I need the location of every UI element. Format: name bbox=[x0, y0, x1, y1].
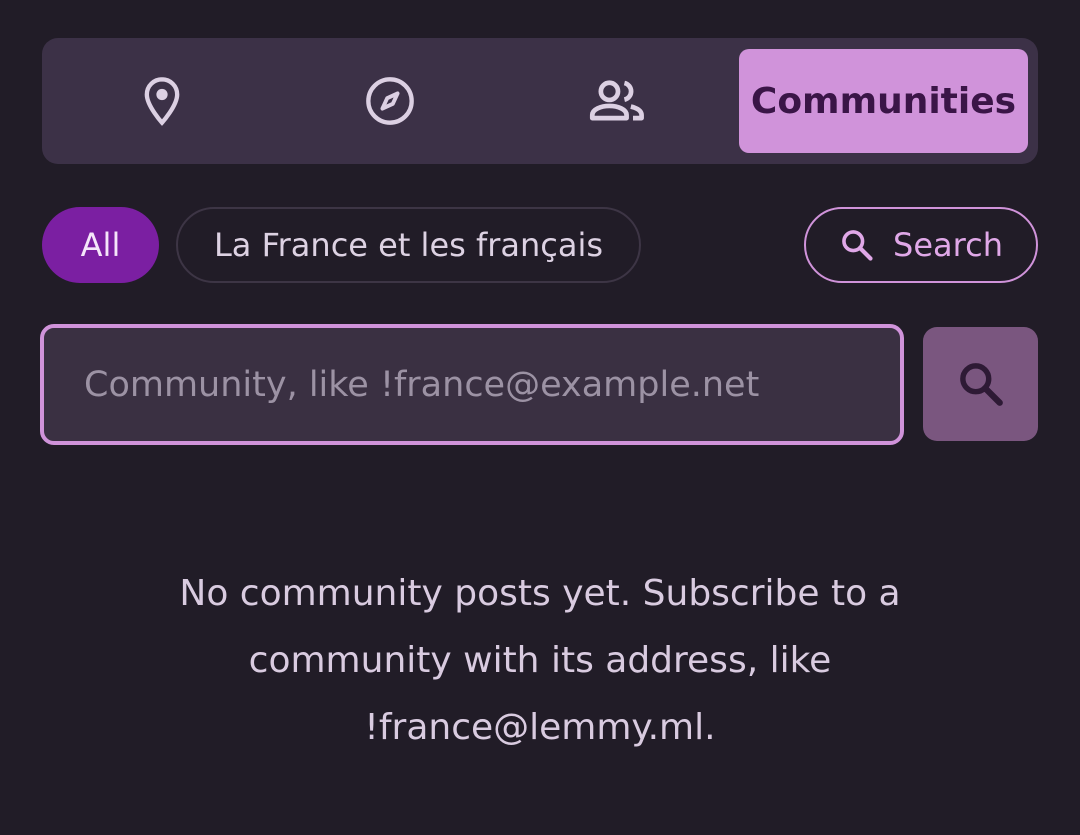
filter-chip-france-label: La France et les français bbox=[213, 226, 604, 264]
filter-chip-france[interactable]: La France et les français bbox=[176, 207, 641, 283]
filter-chip-all-label: All bbox=[80, 226, 121, 264]
tab-communities-label: Communities bbox=[750, 80, 1017, 122]
tab-explore[interactable] bbox=[330, 38, 450, 164]
search-icon bbox=[842, 230, 873, 261]
tab-communities[interactable]: Communities bbox=[739, 49, 1028, 153]
tab-nearby[interactable] bbox=[102, 38, 222, 164]
search-chip-button[interactable]: Search bbox=[804, 207, 1038, 283]
compass-icon bbox=[366, 77, 414, 125]
empty-state-message: No community posts yet. Subscribe to a c… bbox=[179, 573, 901, 748]
people-icon bbox=[589, 80, 644, 121]
community-address-field bbox=[40, 324, 904, 445]
tab-people[interactable] bbox=[558, 38, 678, 164]
search-chip-label: Search bbox=[893, 226, 1003, 264]
community-search-button[interactable] bbox=[923, 327, 1038, 441]
filter-chip-all[interactable]: All bbox=[42, 207, 159, 283]
community-address-input[interactable] bbox=[82, 363, 900, 406]
search-icon bbox=[959, 363, 1003, 406]
location-pin-icon bbox=[144, 77, 180, 126]
tab-bar: Communities bbox=[42, 38, 1038, 164]
communities-screen: Communities All La France et les françai… bbox=[0, 0, 1080, 835]
